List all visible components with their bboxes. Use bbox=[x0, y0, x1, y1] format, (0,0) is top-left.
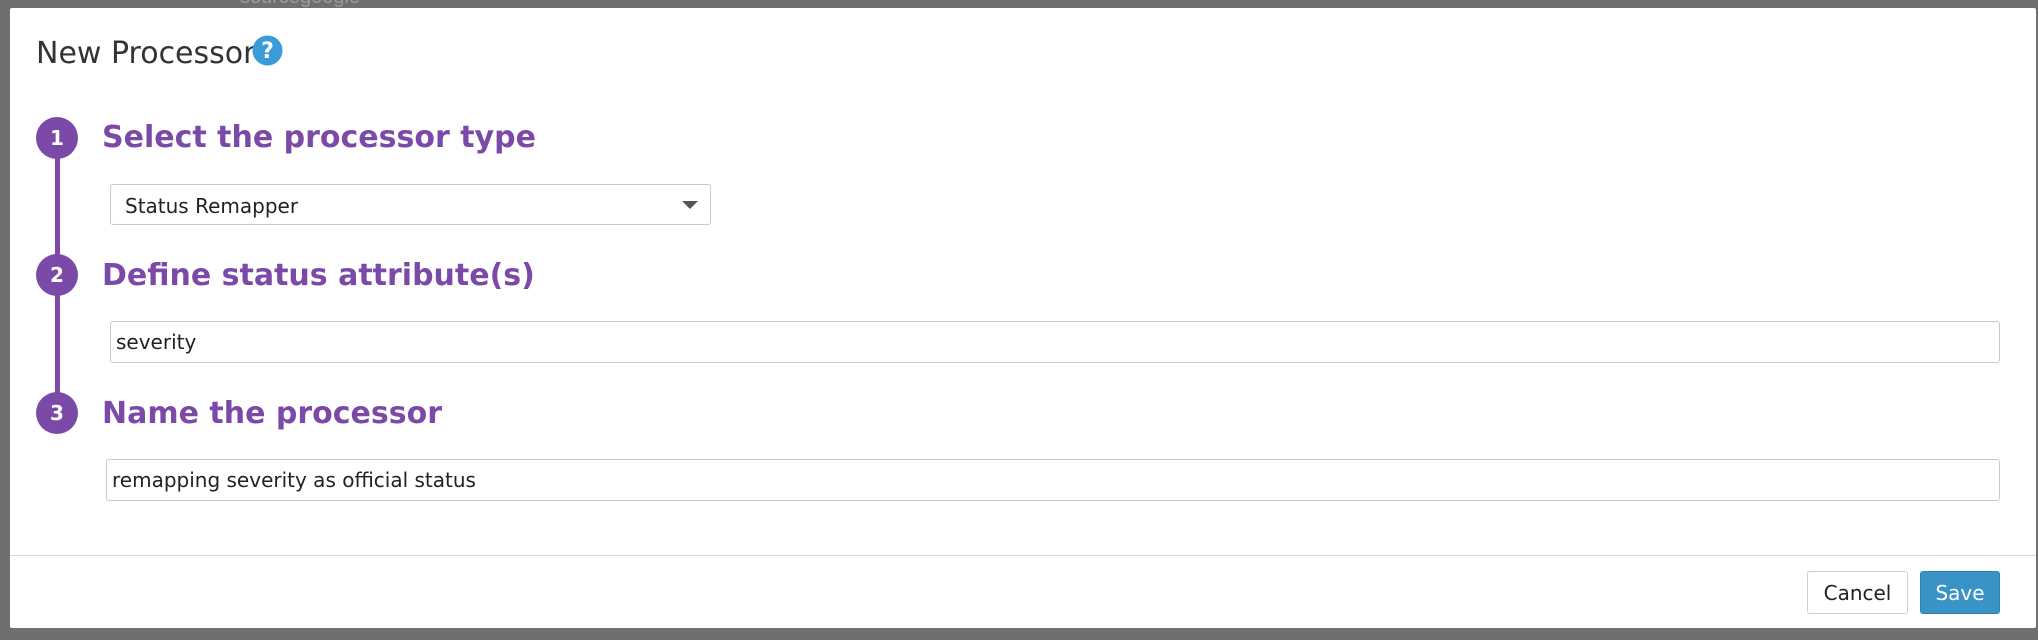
footer-divider bbox=[10, 555, 2036, 556]
svg-text:?: ? bbox=[261, 39, 274, 64]
dialog-title: New Processor bbox=[36, 36, 256, 71]
processor-type-value: Status Remapper bbox=[125, 194, 299, 218]
step-3-title: Name the processor bbox=[102, 396, 443, 431]
question-circle-icon[interactable]: ? bbox=[251, 34, 284, 67]
processor-type-select[interactable]: Status Remapper bbox=[110, 184, 711, 225]
status-attribute-input[interactable] bbox=[110, 321, 2000, 363]
step-1-title: Select the processor type bbox=[102, 120, 536, 155]
caret-down-icon bbox=[682, 201, 698, 209]
save-button[interactable]: Save bbox=[1920, 571, 2000, 614]
processor-name-input[interactable] bbox=[106, 459, 2000, 501]
step-2-title: Define status attribute(s) bbox=[102, 258, 535, 293]
cancel-button[interactable]: Cancel bbox=[1807, 571, 1908, 614]
step-1-badge: 1 bbox=[36, 117, 78, 159]
step-2-badge: 2 bbox=[36, 254, 78, 296]
new-processor-dialog: New Processor ? 1 Select the processor t… bbox=[10, 8, 2036, 628]
step-3-badge: 3 bbox=[36, 392, 78, 434]
